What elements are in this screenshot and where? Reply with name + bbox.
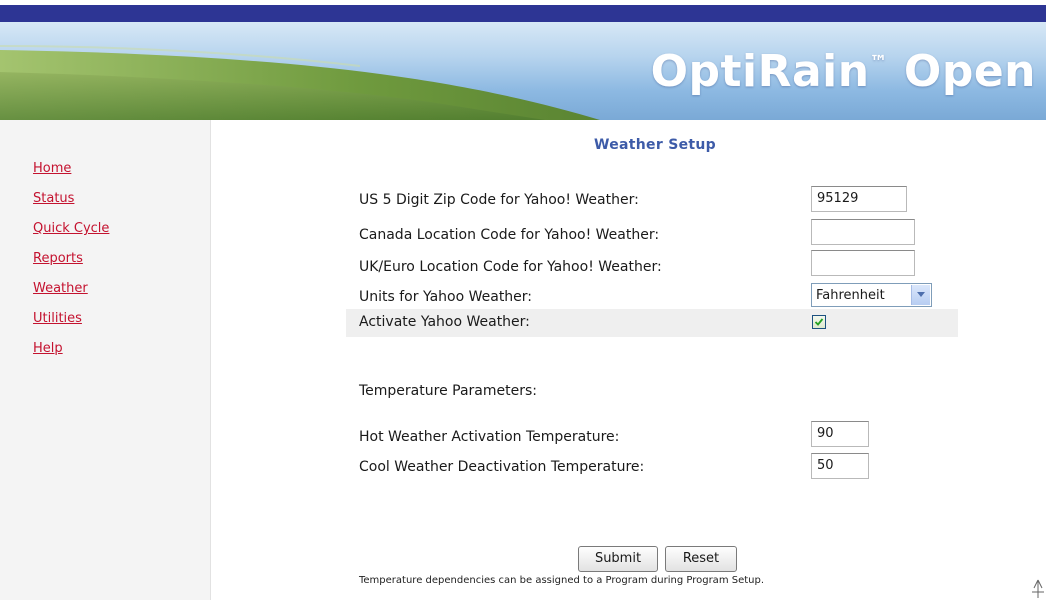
canada-location-input[interactable] bbox=[811, 219, 915, 245]
sidebar: Home Status Quick Cycle Reports Weather … bbox=[0, 120, 211, 600]
sidebar-item-quick-cycle[interactable]: Quick Cycle bbox=[33, 221, 109, 251]
temperature-dependency-note: Temperature dependencies can be assigned… bbox=[359, 575, 765, 586]
reset-button[interactable]: Reset bbox=[665, 546, 737, 572]
units-select[interactable]: Fahrenheit bbox=[811, 283, 932, 307]
uk-euro-location-input[interactable] bbox=[811, 250, 915, 276]
page-title: Weather Setup bbox=[594, 137, 716, 153]
submit-button[interactable]: Submit bbox=[578, 546, 658, 572]
uk-euro-location-label: UK/Euro Location Code for Yahoo! Weather… bbox=[359, 259, 662, 275]
sidebar-item-status[interactable]: Status bbox=[33, 191, 109, 221]
header-banner: OptiRain™ Open bbox=[0, 22, 1046, 120]
resize-grip-icon[interactable] bbox=[1030, 576, 1046, 600]
zip-code-input[interactable]: 95129 bbox=[811, 186, 907, 212]
sidebar-item-home[interactable]: Home bbox=[33, 161, 109, 191]
brand-logo-text: OptiRain™ Open bbox=[650, 46, 1036, 97]
hot-activation-label: Hot Weather Activation Temperature: bbox=[359, 429, 620, 445]
sidebar-nav: Home Status Quick Cycle Reports Weather … bbox=[33, 161, 109, 371]
sidebar-item-reports[interactable]: Reports bbox=[33, 251, 109, 281]
sidebar-item-utilities[interactable]: Utilities bbox=[33, 311, 109, 341]
cool-deactivation-input[interactable]: 50 bbox=[811, 453, 869, 479]
sidebar-item-weather[interactable]: Weather bbox=[33, 281, 109, 311]
units-selected-value: Fahrenheit bbox=[816, 288, 885, 303]
top-bar bbox=[0, 0, 1046, 22]
checkmark-icon bbox=[814, 318, 824, 326]
sidebar-item-help[interactable]: Help bbox=[33, 341, 109, 371]
chevron-down-icon[interactable] bbox=[911, 285, 930, 305]
temperature-parameters-heading: Temperature Parameters: bbox=[359, 383, 537, 399]
cool-deactivation-label: Cool Weather Deactivation Temperature: bbox=[359, 459, 645, 475]
canada-location-label: Canada Location Code for Yahoo! Weather: bbox=[359, 227, 660, 243]
activate-weather-label: Activate Yahoo Weather: bbox=[359, 314, 530, 330]
units-label: Units for Yahoo Weather: bbox=[359, 289, 533, 305]
hot-activation-input[interactable]: 90 bbox=[811, 421, 869, 447]
zip-code-label: US 5 Digit Zip Code for Yahoo! Weather: bbox=[359, 192, 639, 208]
activate-weather-checkbox[interactable] bbox=[812, 315, 826, 329]
